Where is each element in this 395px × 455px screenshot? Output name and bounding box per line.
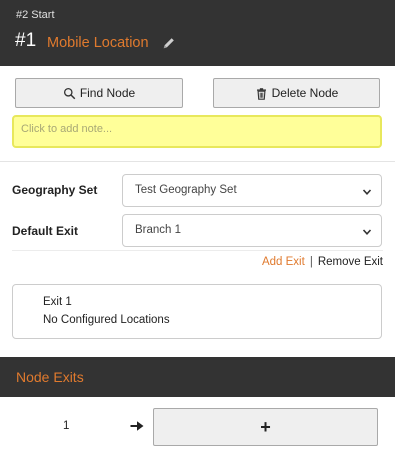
divider <box>0 161 395 162</box>
add-exit-link[interactable]: Add Exit <box>262 256 305 268</box>
delete-node-label: Delete Node <box>271 86 339 100</box>
chevron-down-icon <box>362 189 372 195</box>
delete-node-button[interactable]: Delete Node <box>213 78 380 108</box>
exit-row-number: 1 <box>63 420 70 432</box>
remove-exit-link[interactable]: Remove Exit <box>318 256 383 268</box>
divider <box>12 250 383 251</box>
node-exits-title: Node Exits <box>16 369 84 385</box>
find-node-button[interactable]: Find Node <box>15 78 183 108</box>
geography-set-select[interactable]: Test Geography Set <box>122 174 382 207</box>
exit-name: Exit 1 <box>43 296 72 308</box>
node-exits-header: Node Exits <box>0 357 395 397</box>
geography-set-value: Test Geography Set <box>135 184 237 196</box>
node-number: #1 <box>15 30 37 51</box>
chevron-down-icon <box>362 229 372 235</box>
default-exit-value: Branch 1 <box>135 224 182 236</box>
trash-icon <box>256 87 266 100</box>
node-title[interactable]: Mobile Location <box>47 35 149 51</box>
default-exit-label: Default Exit <box>12 224 79 238</box>
exit-card: Exit 1 No Configured Locations <box>12 284 382 339</box>
pencil-icon[interactable] <box>162 36 176 50</box>
geography-set-label: Geography Set <box>12 183 98 197</box>
search-icon <box>63 87 76 99</box>
exit-actions: Add Exit | Remove Exit <box>262 256 383 268</box>
find-node-label: Find Node <box>79 86 136 100</box>
exit-description: No Configured Locations <box>43 314 170 326</box>
default-exit-select[interactable]: Branch 1 <box>122 214 382 247</box>
plus-icon: + <box>260 417 271 437</box>
add-exit-target-button[interactable]: + <box>153 408 378 446</box>
exit-actions-separator: | <box>309 256 313 268</box>
arrow-right-icon <box>130 421 144 431</box>
node-header: #2 Start #1 Mobile Location <box>0 0 395 66</box>
note-field[interactable]: Click to add note... <box>12 115 382 148</box>
breadcrumb: #2 Start <box>16 9 55 21</box>
